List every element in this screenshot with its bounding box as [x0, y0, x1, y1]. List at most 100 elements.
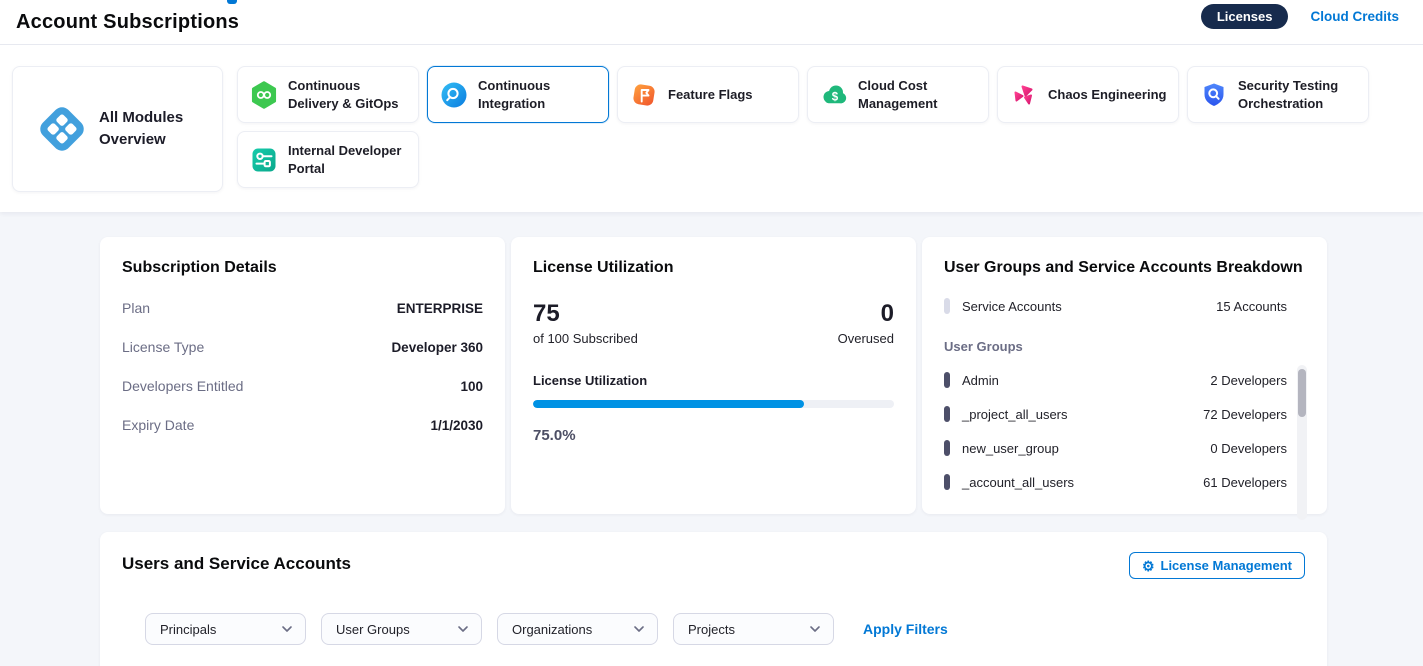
- service-accounts-label: Service Accounts: [962, 299, 1062, 314]
- projects-dropdown[interactable]: Projects: [673, 613, 834, 645]
- subscription-details-card: Subscription Details Plan ENTERPRISE Lic…: [100, 237, 505, 514]
- all-modules-overview-label: All Modules Overview: [99, 107, 208, 151]
- detail-value: Developer 360: [391, 340, 483, 355]
- module-card-label: Feature Flags: [668, 86, 753, 104]
- subscription-details-title: Subscription Details: [122, 259, 483, 277]
- security-testing-icon: [1200, 81, 1228, 109]
- feature-flags-icon: [630, 81, 658, 109]
- dropdown-label: Projects: [688, 622, 735, 637]
- chevron-down-icon: [809, 625, 821, 633]
- detail-label: License Type: [122, 339, 204, 355]
- user-group-marker: [944, 406, 950, 422]
- detail-row-license-type: License Type Developer 360: [122, 339, 483, 355]
- user-group-name: new_user_group: [962, 441, 1059, 456]
- user-group-marker: [944, 372, 950, 388]
- cloud-credits-tab[interactable]: Cloud Credits: [1310, 9, 1399, 24]
- module-card-chaos-engineering[interactable]: Chaos Engineering: [997, 66, 1179, 123]
- module-card-feature-flags[interactable]: Feature Flags: [617, 66, 799, 123]
- all-modules-icon: [35, 102, 89, 156]
- detail-label: Expiry Date: [122, 417, 194, 433]
- module-card-internal-developer-portal[interactable]: Internal Developer Portal: [237, 131, 419, 188]
- overused-caption: Overused: [838, 331, 894, 346]
- subscribed-caption: of 100 Subscribed: [533, 331, 638, 346]
- page-title: Account Subscriptions: [16, 11, 239, 34]
- ci-icon: [440, 81, 468, 109]
- user-group-name: Admin: [962, 373, 999, 388]
- module-card-label: Continuous Integration: [478, 77, 598, 112]
- breakdown-title: User Groups and Service Accounts Breakdo…: [944, 259, 1305, 277]
- license-utilization-title: License Utilization: [533, 259, 894, 277]
- user-group-name: _account_all_users: [962, 475, 1074, 490]
- filters-row: Principals User Groups Organizations Pro…: [122, 613, 1305, 645]
- license-utilization-card: License Utilization 75 of 100 Subscribed…: [511, 237, 916, 514]
- chaos-engineering-icon: [1010, 81, 1038, 109]
- utilization-progress-fill: [533, 400, 804, 408]
- user-group-row: Admin 2 Developers: [944, 372, 1287, 388]
- subscribed-count: 75: [533, 301, 638, 327]
- detail-value: 100: [460, 379, 483, 394]
- service-accounts-count: 15 Accounts: [1216, 299, 1287, 314]
- detail-label: Developers Entitled: [122, 378, 243, 394]
- user-groups-heading: User Groups: [944, 339, 1305, 354]
- module-cards: Continuous Delivery & GitOps Continuous …: [237, 66, 1399, 188]
- user-group-marker: [944, 474, 950, 490]
- groups-scrollbar-thumb[interactable]: [1298, 369, 1306, 417]
- detail-value: ENTERPRISE: [397, 301, 483, 316]
- overused-count: 0: [838, 301, 894, 327]
- user-groups-dropdown[interactable]: User Groups: [321, 613, 482, 645]
- page-header: Account Subscriptions Licenses Cloud Cre…: [0, 0, 1423, 45]
- organizations-dropdown[interactable]: Organizations: [497, 613, 658, 645]
- chevron-down-icon: [633, 625, 645, 633]
- license-management-label: License Management: [1161, 558, 1293, 573]
- dropdown-label: Principals: [160, 622, 216, 637]
- user-group-row: _account_all_users 61 Developers: [944, 474, 1287, 490]
- user-group-marker: [944, 440, 950, 456]
- chevron-down-icon: [457, 625, 469, 633]
- module-card-label: Chaos Engineering: [1048, 86, 1166, 104]
- utilization-progress-track: [533, 400, 894, 408]
- apply-filters-link[interactable]: Apply Filters: [863, 621, 948, 637]
- svg-text:$: $: [832, 91, 839, 103]
- license-management-button[interactable]: ⚙ License Management: [1129, 552, 1305, 579]
- subscribed-stat: 75 of 100 Subscribed: [533, 301, 638, 346]
- dropdown-label: User Groups: [336, 622, 410, 637]
- users-and-service-accounts-card: Users and Service Accounts ⚙ License Man…: [100, 532, 1327, 666]
- user-group-count: 72 Developers: [1203, 407, 1287, 422]
- module-selector-band: All Modules Overview Continuous Delivery…: [0, 45, 1423, 212]
- licenses-tab[interactable]: Licenses: [1201, 4, 1289, 29]
- module-card-continuous-integration[interactable]: Continuous Integration: [427, 66, 609, 123]
- detail-label: Plan: [122, 300, 150, 316]
- service-accounts-marker: [944, 298, 950, 314]
- detail-value: 1/1/2030: [430, 418, 483, 433]
- user-group-count: 61 Developers: [1203, 475, 1287, 490]
- module-card-label: Continuous Delivery & GitOps: [288, 77, 408, 112]
- cut-off-nav-indicator: [227, 0, 237, 4]
- module-card-label: Cloud Cost Management: [858, 77, 978, 112]
- user-group-row: new_user_group 0 Developers: [944, 440, 1287, 456]
- module-card-security-testing[interactable]: Security Testing Orchestration: [1187, 66, 1369, 123]
- detail-row-developers-entitled: Developers Entitled 100: [122, 378, 483, 394]
- detail-row-plan: Plan ENTERPRISE: [122, 300, 483, 316]
- all-modules-overview-card[interactable]: All Modules Overview: [12, 66, 223, 192]
- utilization-bar-label: License Utilization: [533, 373, 894, 388]
- module-card-cloud-cost[interactable]: $ Cloud Cost Management: [807, 66, 989, 123]
- user-groups-list[interactable]: Admin 2 Developers _project_all_users 72…: [944, 372, 1305, 490]
- cloud-cost-icon: $: [820, 81, 848, 109]
- principals-dropdown[interactable]: Principals: [145, 613, 306, 645]
- user-group-name: _project_all_users: [962, 407, 1068, 422]
- service-accounts-row: Service Accounts 15 Accounts: [944, 298, 1305, 314]
- user-group-count: 2 Developers: [1210, 373, 1287, 388]
- utilization-percent-label: 75.0%: [533, 427, 894, 444]
- module-card-label: Internal Developer Portal: [288, 142, 408, 177]
- module-card-cd-gitops[interactable]: Continuous Delivery & GitOps: [237, 66, 419, 123]
- chevron-down-icon: [281, 625, 293, 633]
- cd-gitops-icon: [250, 81, 278, 109]
- user-group-row: _project_all_users 72 Developers: [944, 406, 1287, 422]
- overused-stat: 0 Overused: [838, 301, 894, 346]
- groups-scrollbar[interactable]: [1297, 365, 1307, 520]
- dropdown-label: Organizations: [512, 622, 592, 637]
- module-card-label: Security Testing Orchestration: [1238, 77, 1358, 112]
- internal-developer-portal-icon: [250, 146, 278, 174]
- user-group-count: 0 Developers: [1210, 441, 1287, 456]
- breakdown-card: User Groups and Service Accounts Breakdo…: [922, 237, 1327, 514]
